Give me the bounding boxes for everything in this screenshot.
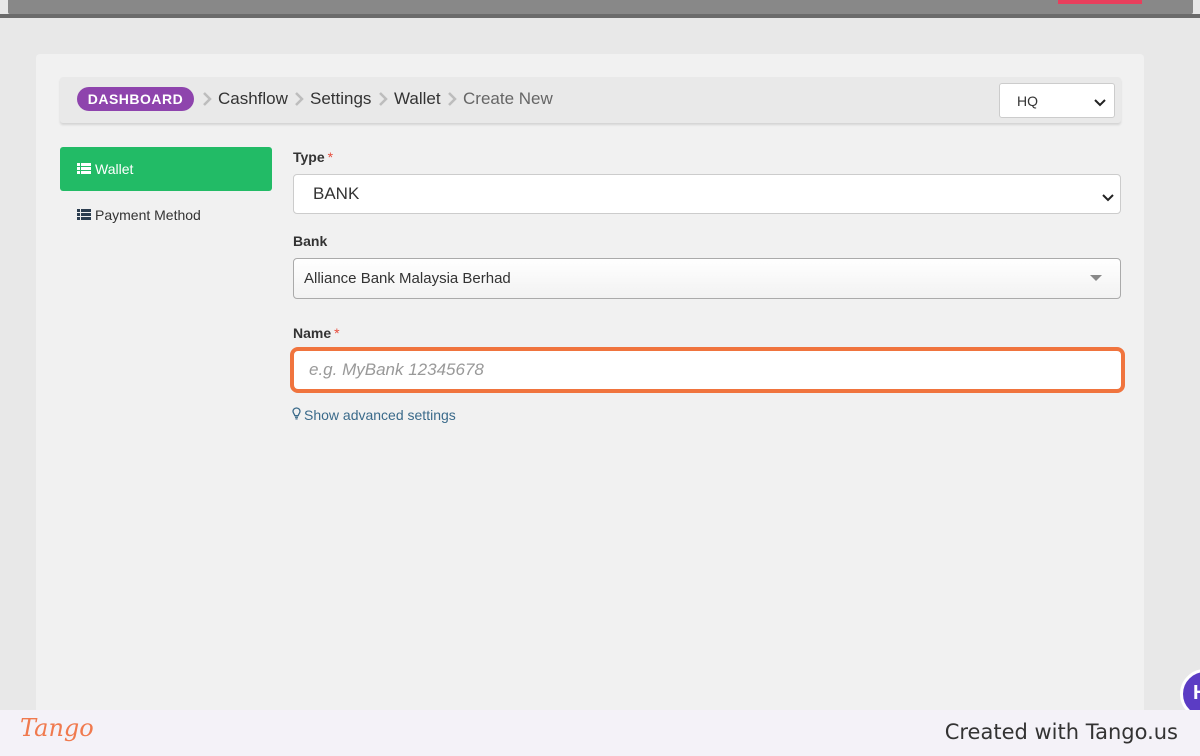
branch-select-value: HQ (1017, 92, 1038, 109)
sidebar-item-label: Wallet (95, 161, 134, 177)
list-icon (77, 161, 91, 177)
name-label-text: Name (293, 325, 332, 341)
type-label: Type * (293, 149, 333, 165)
required-mark: * (334, 325, 340, 341)
type-select-value: BANK (313, 184, 360, 203)
breadcrumb-dashboard[interactable]: DASHBOARD (77, 87, 194, 111)
tango-logo: Tango (20, 714, 94, 742)
sidebar-item-wallet[interactable]: Wallet (60, 147, 272, 191)
top-bar-accent (1058, 0, 1142, 4)
breadcrumb-cashflow[interactable]: Cashflow (218, 89, 288, 109)
footer-credit: Created with Tango.us (944, 720, 1178, 744)
advanced-link-text: Show advanced settings (304, 407, 456, 423)
breadcrumb-settings[interactable]: Settings (310, 89, 371, 109)
required-mark: * (327, 149, 334, 165)
top-bar-line (0, 14, 1200, 18)
type-label-text: Type (293, 149, 325, 165)
breadcrumb-current: Create New (463, 89, 553, 108)
bank-select-value: Alliance Bank Malaysia Berhad (304, 270, 511, 287)
show-advanced-settings-link[interactable]: Show advanced settings (292, 407, 456, 423)
chevron-right-icon (378, 89, 388, 109)
caret-down-icon (1090, 275, 1102, 281)
top-bar-strip (8, 0, 1193, 14)
branch-select[interactable]: HQ (999, 83, 1115, 118)
name-input[interactable]: e.g. MyBank 12345678 (290, 347, 1125, 393)
name-input-placeholder: e.g. MyBank 12345678 (309, 360, 484, 379)
chevron-right-icon (294, 89, 304, 109)
top-bar (0, 0, 1200, 18)
bank-label: Bank (293, 233, 328, 249)
chevron-right-icon (447, 89, 457, 109)
lightbulb-icon (292, 407, 301, 423)
chevron-right-icon (202, 89, 212, 109)
name-label: Name * (293, 325, 340, 341)
breadcrumb-wallet[interactable]: Wallet (394, 89, 441, 109)
list-icon (77, 207, 91, 223)
chevron-down-icon (1094, 95, 1106, 111)
sidebar-item-payment-method[interactable]: Payment Method (60, 204, 272, 226)
type-select[interactable]: BANK (293, 174, 1121, 214)
chevron-down-icon (1102, 188, 1114, 208)
bank-select[interactable]: Alliance Bank Malaysia Berhad (293, 258, 1121, 299)
sidebar-item-label: Payment Method (95, 207, 201, 223)
